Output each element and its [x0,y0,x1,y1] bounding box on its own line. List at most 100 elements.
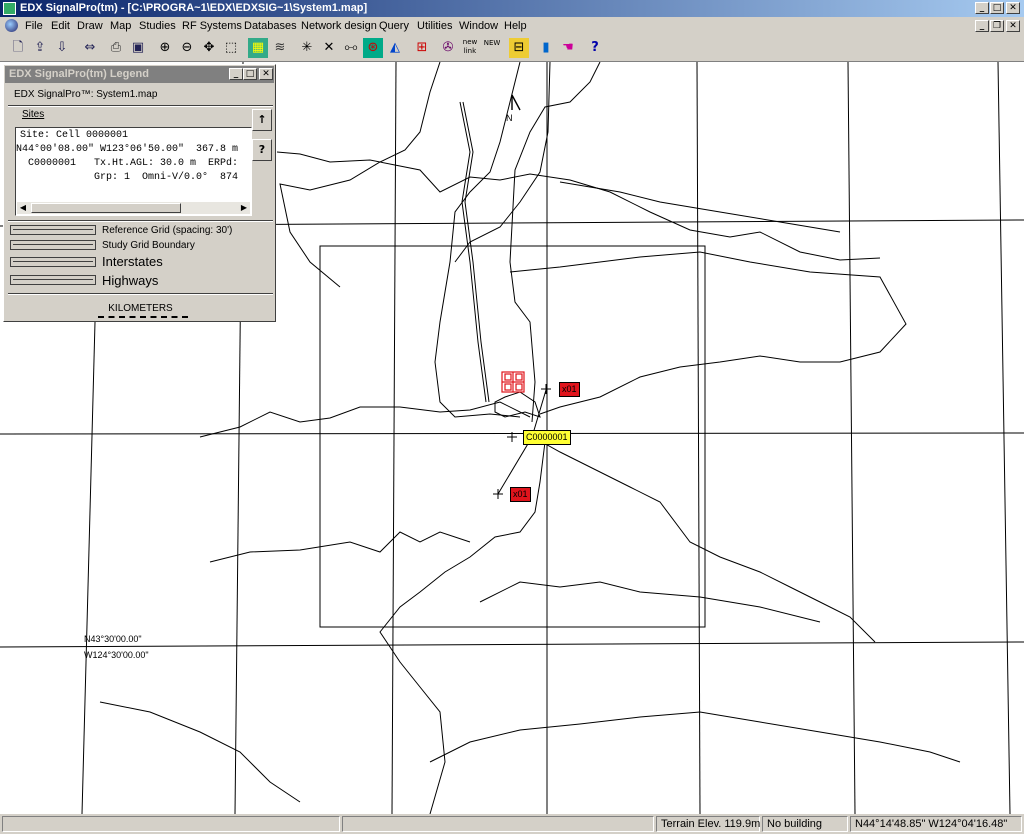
legend-title: EDX SignalPro(tm) Legend [9,68,149,80]
site-info-line: N44°00'08.00" W123°06'50.00" 367.8 m [16,144,239,155]
site-marker [493,489,503,499]
site-info-line: Site: Cell 0000001 [20,130,129,141]
latitude-label: N43°30'00.00" [84,634,142,644]
legend-close-button[interactable]: ✕ [259,68,273,80]
pan-icon[interactable]: ✥ [199,38,219,58]
grid-line [847,62,856,814]
legend-item-reference-grid: Reference Grid (spacing: 30') [102,225,233,236]
window-title: EDX SignalPro(tm) - [C:\PROGRA~1\EDX\EDX… [20,2,368,14]
scale-label: KILOMETERS [108,303,173,314]
title-bar: EDX SignalPro(tm) - [C:\PROGRA~1\EDX\EDX… [0,0,1024,17]
child-minimize-button[interactable]: _ [975,20,989,32]
highway [99,701,301,803]
legend-minimize-button[interactable]: _ [229,68,243,80]
interstate [462,101,490,403]
study-grid-symbol [10,240,96,250]
new-link-label: new link [462,38,478,55]
site-label-upper[interactable]: x01 [559,382,580,397]
scroll-left-icon[interactable]: ◀ [17,202,29,214]
menu-network-design[interactable]: Network design [301,19,377,33]
legend-title-bar[interactable]: EDX SignalPro(tm) Legend _ □ ✕ [5,66,274,83]
north-arrow [511,94,521,111]
legend-maximize-button[interactable]: □ [243,68,257,80]
save-icon[interactable]: ⇩ [52,38,72,58]
print-setup-icon[interactable]: ⇔ [80,38,100,58]
measure-icon[interactable]: ⧟ [341,38,361,58]
cursor-coordinates: N44°14'48.85" W124°04'16.48" [850,816,1022,832]
horizontal-scrollbar[interactable]: ◀ ▶ [17,202,250,214]
menu-studies[interactable]: Studies [139,19,176,33]
help-icon[interactable]: ? [585,38,605,58]
grid-icon[interactable]: ⊞ [412,38,432,58]
legend-subtitle: EDX SignalPro™: System1.map [14,89,158,100]
interstate-symbol [10,257,96,267]
site-label-primary[interactable]: C0000001 [523,430,571,445]
status-panel-empty [2,816,340,832]
site-marker [541,384,551,394]
legend-item-study-grid: Study Grid Boundary [102,240,195,251]
link-icon[interactable]: ✕ [319,38,339,58]
close-button[interactable]: ✕ [1006,2,1020,14]
maximize-button[interactable]: □ [990,2,1004,14]
layers-icon[interactable]: ≋ [270,38,290,58]
highway [279,62,441,288]
new-link-icon[interactable]: new link [460,38,480,58]
child-restore-button[interactable]: ❐ [990,20,1004,32]
menu-edit[interactable]: Edit [51,19,70,33]
status-bar: Terrain Elev. 119.9m No building N44°14'… [0,814,1024,834]
zoom-in-icon[interactable]: ⊕ [155,38,175,58]
status-panel-empty [342,816,654,832]
new-icon[interactable]: 🗋 [8,38,28,58]
profile-icon[interactable]: ◭ [385,38,405,58]
interstate [459,101,487,403]
red-grid-symbol [501,371,525,393]
copy-icon[interactable]: ▣ [128,38,148,58]
terrain-icon[interactable]: ▦ [248,38,268,58]
site-icon[interactable]: ✳ [297,38,317,58]
menu-utilities[interactable]: Utilities [417,19,452,33]
highway [479,581,821,623]
child-close-button[interactable]: ✕ [1006,20,1020,32]
menu-bar: File Edit Draw Map Studies RF Systems Da… [0,17,1024,35]
grid-line [696,62,701,814]
minimize-button[interactable]: _ [975,2,989,14]
document-menu-icon[interactable] [5,19,18,32]
new-site-label: NEW [483,39,501,47]
print-icon[interactable]: ⎙ [106,38,126,58]
new-site-icon[interactable]: NEW [482,38,502,58]
move-up-button[interactable]: ↑ [252,109,272,131]
menu-help[interactable]: Help [504,19,527,33]
legend-help-button[interactable]: ? [252,139,272,161]
sites-label: Sites [22,109,45,120]
highway [429,711,961,763]
menu-window[interactable]: Window [459,19,498,33]
menu-rf-systems[interactable]: RF Systems [182,19,242,33]
app-icon[interactable] [3,2,16,15]
highway [532,436,876,643]
grid-line [81,321,96,814]
scroll-right-icon[interactable]: ▶ [238,202,250,214]
menu-draw[interactable]: Draw [77,19,103,33]
site-info-line: Grp: 1 Omni-V/0.0° 874 [16,172,239,183]
zoom-window-icon[interactable]: ⬚ [221,38,241,58]
site-label-lower[interactable]: x01 [510,487,531,502]
menu-file[interactable]: File [25,19,43,33]
menu-databases[interactable]: Databases [244,19,297,33]
zoom-out-icon[interactable]: ⊖ [177,38,197,58]
building-status: No building [762,816,848,832]
open-icon[interactable]: ⇪ [30,38,50,58]
menu-query[interactable]: Query [379,19,409,33]
toolbar: 🗋 ⇪ ⇩ ⇔ ⎙ ▣ ⊕ ⊖ ✥ ⬚ ▦ ≋ ✳ ✕ ⧟ ⊛ ◭ ⊞ ✇ ne… [0,35,1024,62]
ruler-icon[interactable]: ⊟ [509,38,529,58]
site-info-line: C0000001 Tx.Ht.AGL: 30.0 m ERPd: [16,158,239,169]
target-icon[interactable]: ⊛ [363,38,383,58]
menu-map[interactable]: Map [110,19,131,33]
scroll-thumb[interactable] [31,203,181,213]
network-icon[interactable]: ✇ [438,38,458,58]
legend-window[interactable]: EDX SignalPro(tm) Legend _ □ ✕ EDX Signa… [3,64,276,322]
grid-line [391,62,397,814]
north-label: N [506,113,513,123]
site-info-box[interactable]: Site: Cell 0000001 N44°00'08.00" W123°06… [15,127,252,216]
hand-icon[interactable]: ☚ [558,38,578,58]
building-icon[interactable]: ▮ [536,38,556,58]
